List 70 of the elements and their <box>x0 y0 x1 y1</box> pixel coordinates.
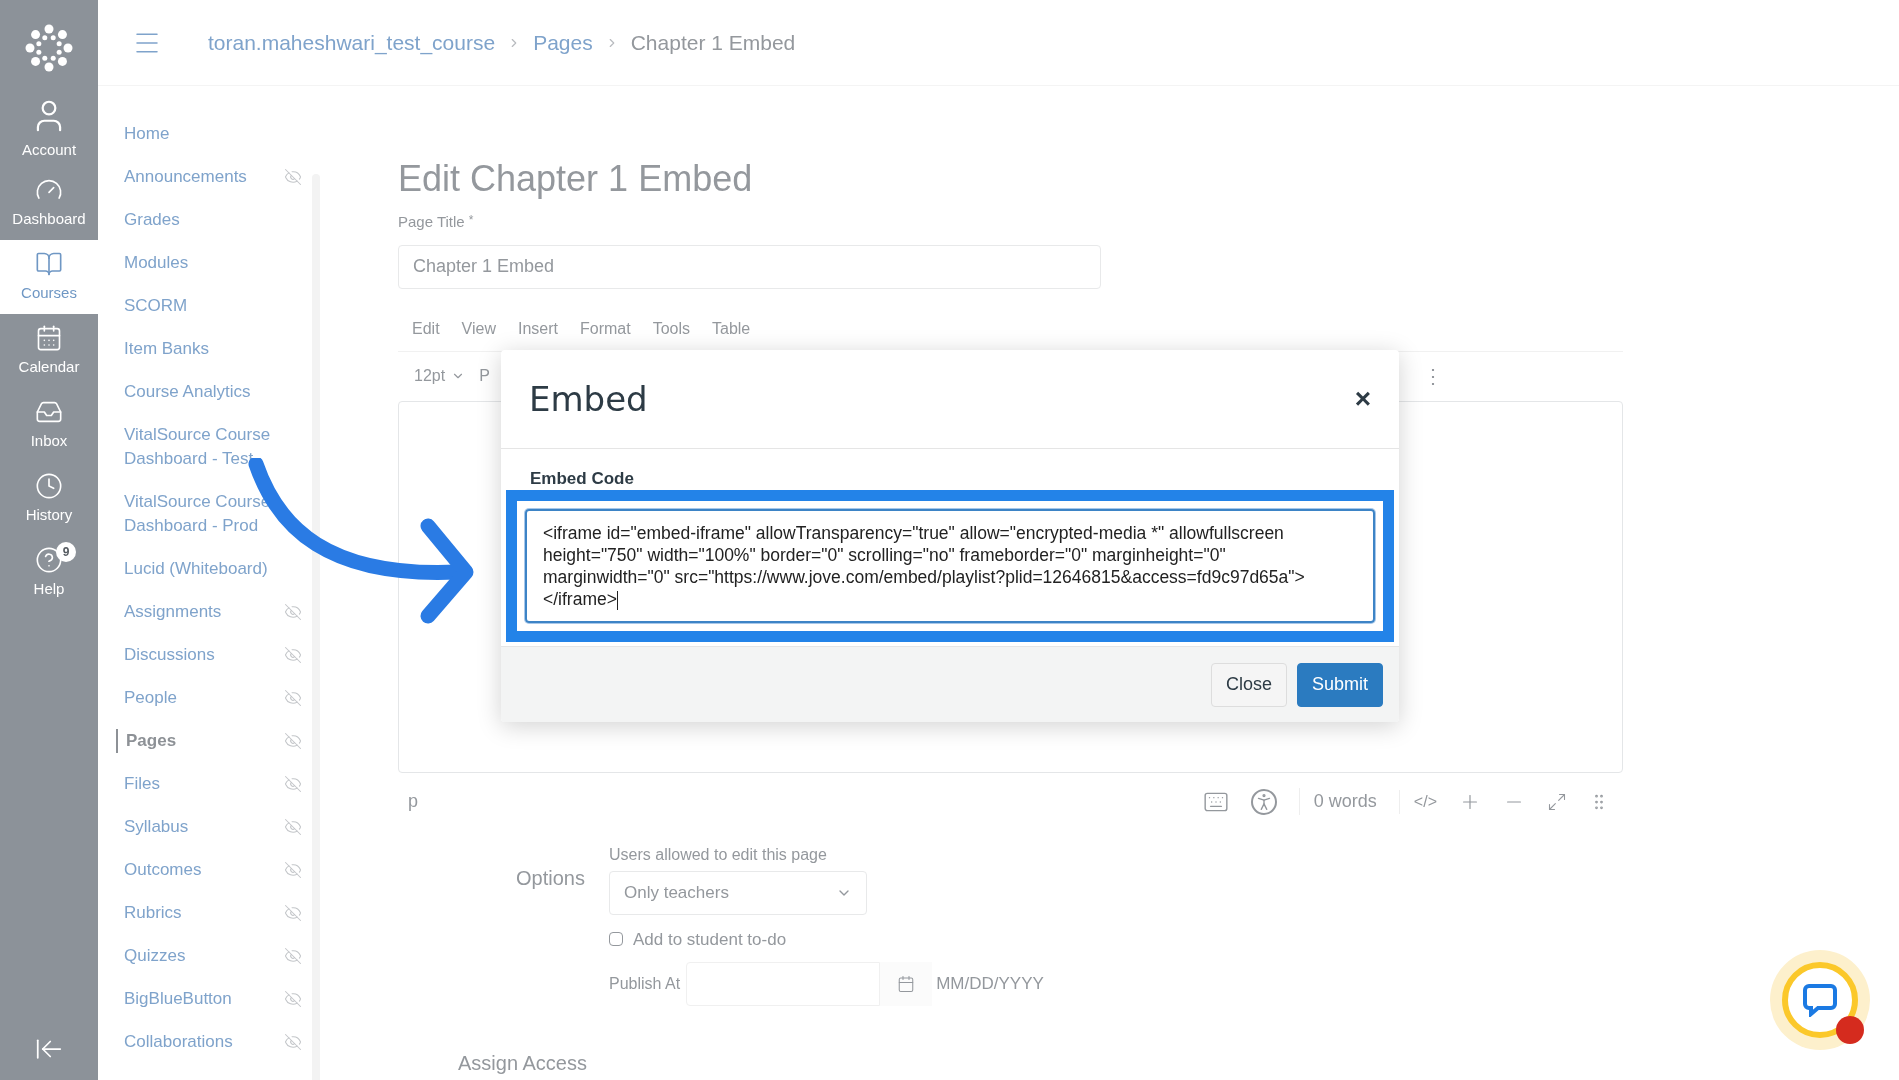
course-nav-link[interactable]: Collaborations <box>116 1030 280 1054</box>
global-nav-item[interactable]: Calendar <box>0 314 98 388</box>
todo-checkbox[interactable] <box>609 932 623 947</box>
logo-icon[interactable] <box>23 22 75 74</box>
chat-bubble-icon <box>1803 983 1837 1017</box>
fullscreen-icon[interactable] <box>1547 791 1567 812</box>
required-mark: * <box>468 212 474 229</box>
course-nav-link[interactable]: Files <box>116 772 280 796</box>
course-nav-link[interactable]: Home <box>116 122 280 146</box>
course-nav-link[interactable]: SCORM <box>116 294 280 318</box>
page-heading: Edit Chapter 1 Embed <box>398 157 753 201</box>
course-nav-link[interactable]: Assignments <box>116 600 280 624</box>
options-label: Options <box>515 865 586 891</box>
editors-select[interactable]: Only teachers <box>609 870 867 915</box>
checkbox-label: Add to student to-do <box>633 928 787 951</box>
global-nav-item[interactable]: Dashboard <box>0 166 98 240</box>
course-nav-link[interactable]: Item Banks <box>116 337 280 361</box>
global-nav-item[interactable]: Courses <box>0 240 98 314</box>
clock-icon <box>35 471 63 500</box>
accessibility-icon[interactable] <box>1250 788 1277 815</box>
course-nav-link[interactable]: Rubrics <box>116 901 280 925</box>
menu-item[interactable]: Table <box>712 316 751 341</box>
more-button[interactable]: ⋮ <box>1423 366 1443 386</box>
course-nav-link[interactable]: Discussions <box>116 643 280 667</box>
help-icon <box>35 545 63 574</box>
close-dialog-button[interactable]: Close <box>1210 662 1287 707</box>
course-nav-link[interactable]: BigBlueButton <box>116 987 280 1011</box>
menu-item[interactable]: Insert <box>517 316 558 341</box>
breadcrumb-item[interactable]: toran.maheshwari_test_course <box>208 26 496 59</box>
course-nav-link[interactable]: Quizzes <box>116 944 280 968</box>
course-nav-link[interactable]: Grades <box>116 208 280 232</box>
field-label: Embed Code <box>530 469 634 489</box>
section-heading: Assign Access <box>458 1051 587 1076</box>
course-nav-link[interactable]: Course Analytics <box>116 380 280 404</box>
close-button[interactable]: × <box>1354 385 1371 413</box>
element-path: p <box>408 790 418 813</box>
menu-item[interactable]: Format <box>580 316 631 341</box>
course-nav-link[interactable]: Modules <box>116 251 280 275</box>
font-size-dropdown[interactable]: 12pt <box>414 364 466 388</box>
menu-item[interactable]: Tools <box>652 316 690 341</box>
course-nav-link[interactable]: Outcomes <box>116 858 280 882</box>
embed-code-field[interactable]: <iframe id="embed-iframe" allowTransparency="true" allow="encrypted-media *" allowfullscreen height="750" width="100%" border="0" scrolling="no" frameborder="0" marginheight="0" marginwidth="0" src="https://www.jove.com/embed/playlist?plid=12646815&access=fd9c97d65a"></iframe> <box>525 509 1375 623</box>
notification-badge: 9 <box>56 542 76 562</box>
course-nav-link[interactable]: Syllabus <box>116 815 280 839</box>
dialog-title: Embed <box>529 377 648 421</box>
page-title-field[interactable]: Chapter 1 Embed <box>398 244 1101 289</box>
menu-item[interactable]: Edit <box>412 316 440 341</box>
course-nav-link[interactable]: Announcements <box>116 165 280 189</box>
date-format-hint: MM/DD/YYYY <box>935 973 1044 996</box>
submit-button[interactable]: Submit <box>1296 662 1383 707</box>
breadcrumb-item: Chapter 1 Embed <box>630 29 796 56</box>
course-nav-link[interactable]: Lucid (Whiteboard) <box>116 557 280 581</box>
global-nav-item[interactable]: Account <box>0 92 98 166</box>
course-nav-link[interactable]: Pages <box>116 729 280 753</box>
global-nav-item[interactable]: Help 9 <box>0 536 98 610</box>
text-cursor <box>616 590 618 610</box>
block-format-dropdown[interactable]: P <box>479 364 490 388</box>
field-label: Publish At <box>609 974 682 994</box>
menu-item[interactable]: View <box>461 316 496 341</box>
global-nav-item[interactable]: History <box>0 462 98 536</box>
word-count: 0 words <box>1298 788 1377 815</box>
date-picker-button[interactable] <box>880 962 933 1006</box>
field-label: Users allowed to edit this page <box>609 844 828 865</box>
breadcrumb-item[interactable]: Pages <box>533 26 593 59</box>
calendar-icon <box>897 975 916 993</box>
code-view-button[interactable]: </> <box>1398 789 1437 814</box>
calendar-icon <box>35 323 63 352</box>
course-nav-link[interactable]: People <box>116 686 280 710</box>
global-nav-item[interactable]: Inbox <box>0 388 98 462</box>
field-label: Page Title <box>398 212 465 232</box>
